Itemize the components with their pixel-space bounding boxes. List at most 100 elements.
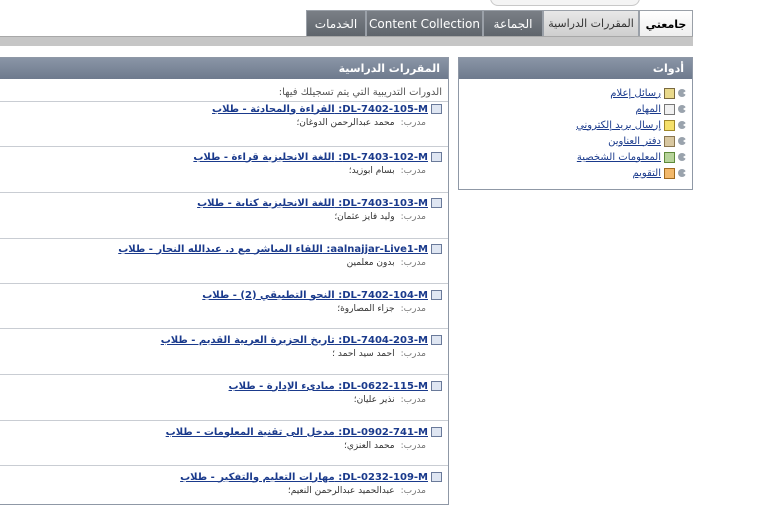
course-item: DL-0622-115-M: مبادىء الإدارة - طلاب مدر…: [0, 374, 448, 407]
tool-link[interactable]: التقويم: [632, 168, 661, 179]
course-name: القراءة والمحادثة - طلاب: [212, 103, 335, 115]
course-title: DL-7403-102-M: اللغة الانجليزية قراءة - …: [0, 150, 448, 164]
book-icon: [431, 152, 442, 162]
course-name: مهارات التعليم والتفكير - طلاب: [180, 471, 335, 483]
course-name: مدخل الى تقنية المعلومات - طلاب: [165, 426, 335, 438]
course-item: aalnajjar-Live1-M: اللقاء المباشر مع د. …: [0, 238, 448, 270]
arrow-bullet-icon: [678, 137, 686, 145]
course-link[interactable]: DL-0232-109-M: مهارات التعليم والتفكير -…: [180, 472, 428, 483]
tab-courses[interactable]: المقررات الدراسية: [543, 10, 639, 36]
course-title: DL-7402-104-M: النحو التطبيقي (2) - طلاب: [0, 288, 448, 302]
book-icon: [431, 335, 442, 345]
course-item: DL-0232-109-M: مهارات التعليم والتفكير -…: [0, 465, 448, 498]
page: الخدمات Content Collection الجماعة المقر…: [0, 0, 768, 515]
book-icon: [431, 290, 442, 300]
course-instructor: مدرب: بدون معلمين: [0, 256, 448, 270]
course-name: اللغة الانجليزية قراءة - طلاب: [193, 151, 335, 163]
course-link[interactable]: DL-7403-103-M: اللغة الانجليزية كتابة - …: [197, 198, 428, 209]
instructor-name: محمد العنزي؛: [344, 441, 395, 451]
course-item: DL-7402-105-M: القراءة والمحادثة - طلاب …: [0, 101, 448, 130]
arrow-bullet-icon: [678, 89, 686, 97]
tab-services[interactable]: الخدمات: [306, 10, 366, 36]
course-title: DL-7404-203-M: تاريخ الجزيرة العربية الق…: [0, 333, 448, 347]
course-title: aalnajjar-Live1-M: اللقاء المباشر مع د. …: [0, 242, 448, 256]
course-instructor: مدرب: محمد عبدالرحمن الدوغان؛: [0, 116, 448, 130]
course-instructor: مدرب: محمد العنزي؛: [0, 439, 448, 453]
course-code: DL-7402-104-M: [342, 289, 428, 301]
course-link[interactable]: DL-0902-741-M: مدخل الى تقنية المعلومات …: [166, 427, 428, 438]
tool-link[interactable]: دفتر العناوين: [608, 136, 661, 147]
course-link[interactable]: DL-7403-102-M: اللغة الانجليزية قراءة - …: [193, 152, 428, 163]
course-link[interactable]: DL-7402-105-M: القراءة والمحادثة - طلاب: [212, 104, 428, 115]
address-book-icon: [664, 135, 675, 147]
announcement-icon: [664, 87, 675, 99]
course-code: DL-7404-203-M: [342, 334, 428, 346]
course-instructor: مدرب: احمد سيد احمد ؛: [0, 347, 448, 361]
instructor-label: مدرب:: [400, 395, 426, 405]
tool-item-calendar[interactable]: التقويم: [459, 165, 686, 181]
instructor-name: بدون معلمين: [346, 258, 395, 268]
course-item: DL-0902-741-M: مدخل الى تقنية المعلومات …: [0, 420, 448, 453]
tool-link[interactable]: رسائل إعلام: [610, 88, 661, 99]
instructor-name: نذير عليان؛: [353, 395, 395, 405]
course-item: DL-7403-102-M: اللغة الانجليزية قراءة - …: [0, 146, 448, 178]
tool-item-address-book[interactable]: دفتر العناوين: [459, 133, 686, 149]
instructor-name: احمد سيد احمد ؛: [332, 349, 395, 359]
instructor-name: وليد فايز عثمان؛: [334, 212, 395, 222]
instructor-label: مدرب:: [400, 258, 426, 268]
tool-link[interactable]: إرسال بريد إلكتروني: [576, 120, 661, 131]
course-code: DL-0902-741-M: [342, 426, 428, 438]
course-name: اللغة الانجليزية كتابة - طلاب: [197, 197, 335, 209]
tab-community[interactable]: الجماعة: [483, 10, 543, 36]
instructor-name: محمد عبدالرحمن الدوغان؛: [296, 118, 395, 128]
tab-label: جامعتي: [645, 17, 687, 31]
tab-label: Content Collection: [369, 16, 480, 31]
instructor-name: جزاء المصاروة؛: [337, 304, 395, 314]
tool-item-announcements[interactable]: رسائل إعلام: [459, 85, 686, 101]
course-item: DL-7404-203-M: تاريخ الجزيرة العربية الق…: [0, 328, 448, 361]
tool-item-email[interactable]: إرسال بريد إلكتروني: [459, 117, 686, 133]
course-link[interactable]: DL-0622-115-M: مبادىء الإدارة - طلاب: [229, 381, 428, 392]
course-title: DL-7402-105-M: القراءة والمحادثة - طلاب: [0, 102, 448, 116]
calendar-icon: [664, 167, 675, 179]
course-link[interactable]: DL-7404-203-M: تاريخ الجزيرة العربية الق…: [161, 335, 428, 346]
course-title: DL-0902-741-M: مدخل الى تقنية المعلومات …: [0, 425, 448, 439]
sub-nav-bar: [0, 36, 693, 46]
instructor-label: مدرب:: [400, 349, 426, 359]
instructor-name: عبدالحميد عبدالرحمن النعيم؛: [287, 486, 395, 496]
course-link[interactable]: DL-7402-104-M: النحو التطبيقي (2) - طلاب: [202, 290, 428, 301]
arrow-bullet-icon: [678, 153, 686, 161]
book-icon: [431, 244, 442, 254]
email-icon: [664, 119, 675, 131]
course-instructor: مدرب: وليد فايز عثمان؛: [0, 210, 448, 224]
tab-my-institution[interactable]: جامعتي: [639, 10, 693, 37]
courses-panel-title: المقررات الدراسية: [0, 58, 448, 79]
tool-item-tasks[interactable]: المهام: [459, 101, 686, 117]
instructor-label: مدرب:: [400, 166, 426, 176]
course-name: النحو التطبيقي (2) - طلاب: [202, 289, 335, 301]
instructor-label: مدرب:: [400, 441, 426, 451]
tasks-icon: [664, 103, 675, 115]
course-name: مبادىء الإدارة - طلاب: [228, 380, 335, 392]
tab-label: الخدمات: [314, 16, 358, 31]
tab-label: الجماعة: [493, 16, 533, 31]
course-title: DL-0232-109-M: مهارات التعليم والتفكير -…: [0, 470, 448, 484]
book-icon: [431, 381, 442, 391]
courses-panel: المقررات الدراسية الدورات التدريبية التي…: [0, 57, 449, 505]
tab-bar: الخدمات Content Collection الجماعة المقر…: [0, 10, 693, 37]
tab-content-collection[interactable]: Content Collection: [366, 10, 483, 36]
book-icon: [431, 104, 442, 114]
tool-item-personal-info[interactable]: المعلومات الشخصية: [459, 149, 686, 165]
arrow-bullet-icon: [678, 105, 686, 113]
course-item: DL-7402-104-M: النحو التطبيقي (2) - طلاب…: [0, 283, 448, 316]
course-code: DL-7403-102-M: [342, 151, 428, 163]
tool-link[interactable]: المعلومات الشخصية: [577, 152, 661, 163]
tools-panel-title: أدوات: [459, 58, 692, 79]
book-icon: [431, 427, 442, 437]
arrow-bullet-icon: [678, 121, 686, 129]
course-code: DL-0232-109-M: [342, 471, 428, 483]
tool-link[interactable]: المهام: [636, 104, 661, 115]
course-link[interactable]: aalnajjar-Live1-M: اللقاء المباشر مع د. …: [118, 244, 428, 255]
course-instructor: مدرب: نذير عليان؛: [0, 393, 448, 407]
courses-intro: الدورات التدريبية التي يتم تسجيلك فيها:: [278, 87, 442, 98]
